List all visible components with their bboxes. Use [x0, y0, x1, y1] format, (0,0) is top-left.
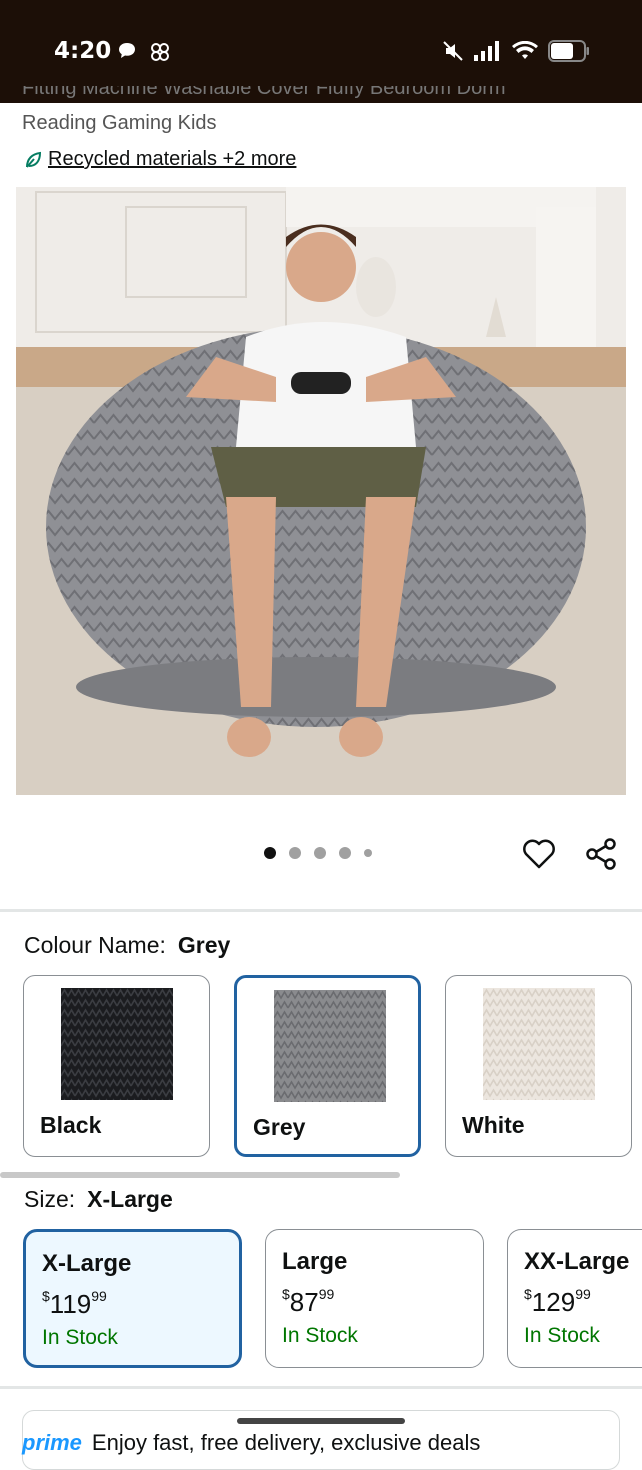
- stock-status: In Stock: [42, 1326, 118, 1349]
- leaf-icon: [26, 151, 42, 168]
- carousel-dot[interactable]: [364, 849, 372, 857]
- chat-bubble-icon: [119, 43, 135, 58]
- heart-icon[interactable]: [521, 836, 557, 872]
- size-option-price: $11999: [42, 1288, 107, 1319]
- size-option-large[interactable]: Large $8799 In Stock: [265, 1229, 484, 1368]
- size-label: Size: X-Large: [24, 1186, 173, 1213]
- size-selected-value: X-Large: [87, 1186, 173, 1212]
- size-label-text: Size:: [24, 1186, 76, 1212]
- sustainability-link-text: Recycled materials +2 more: [48, 148, 297, 170]
- product-title-line-top: Fitting Machine Washable Cover Fluffy Be…: [22, 86, 506, 99]
- section-divider: [0, 1386, 642, 1389]
- share-icon[interactable]: [583, 836, 619, 872]
- size-option-name: X-Large: [42, 1250, 132, 1277]
- prime-banner-text: prime Enjoy fast, free delivery, exclusiv…: [22, 1430, 480, 1456]
- price-cents: 99: [318, 1286, 335, 1302]
- price-cents: 99: [575, 1286, 591, 1302]
- size-option-price: $8799: [282, 1286, 335, 1317]
- swatch-thumbnail: [274, 990, 386, 1102]
- product-title: Fitting Machine Washable Cover Fluffy Be…: [22, 86, 622, 138]
- colour-option-grey[interactable]: Grey: [234, 975, 421, 1157]
- section-divider: [0, 909, 642, 912]
- product-title-line-bottom: Reading Gaming Kids: [22, 112, 217, 134]
- pinwheel-icon: [151, 43, 169, 61]
- status-time: 4:20: [54, 38, 112, 64]
- colour-option-label: Grey: [253, 1114, 306, 1140]
- carousel-dot[interactable]: [264, 847, 276, 859]
- battery-icon: [548, 40, 589, 62]
- carousel-dot[interactable]: [314, 847, 326, 859]
- price-dollars: 129: [531, 1287, 576, 1317]
- prime-logo: prime: [22, 1430, 82, 1455]
- carousel-dot[interactable]: [289, 847, 301, 859]
- colour-option-label: Black: [40, 1112, 102, 1138]
- stock-status: In Stock: [524, 1324, 600, 1347]
- price-dollars: 119: [49, 1289, 92, 1319]
- signal-icon: [474, 41, 499, 61]
- mute-icon: [443, 41, 463, 61]
- colour-option-white[interactable]: White: [445, 975, 632, 1157]
- colour-label-text: Colour Name:: [24, 932, 166, 958]
- product-image[interactable]: [16, 187, 626, 795]
- colour-label: Colour Name: Grey: [24, 932, 230, 959]
- price-dollars: 87: [289, 1287, 319, 1317]
- prime-text: Enjoy fast, free delivery, exclusive dea…: [91, 1430, 481, 1455]
- image-carousel-dots[interactable]: [264, 847, 372, 859]
- price-cents: 99: [91, 1288, 107, 1304]
- stock-status: In Stock: [282, 1324, 358, 1347]
- size-option-price: $12999: [524, 1286, 591, 1317]
- colour-option-label: White: [462, 1112, 525, 1138]
- wifi-icon: [512, 41, 538, 59]
- size-option-xx-large[interactable]: XX-Large $12999 In Stock: [507, 1229, 642, 1368]
- colour-selected-value: Grey: [177, 932, 231, 958]
- swatch-thumbnail: [61, 988, 173, 1100]
- size-option-name: Large: [282, 1248, 348, 1275]
- swatch-thumbnail: [483, 988, 595, 1100]
- home-indicator[interactable]: [237, 1418, 405, 1424]
- size-option-x-large[interactable]: X-Large $11999 In Stock: [23, 1229, 242, 1368]
- carousel-dot[interactable]: [339, 847, 351, 859]
- size-option-name: XX-Large: [524, 1248, 630, 1275]
- colour-option-black[interactable]: Black: [23, 975, 210, 1157]
- horizontal-scrollbar[interactable]: [0, 1172, 400, 1178]
- sustainability-link[interactable]: Recycled materials +2 more: [24, 148, 296, 171]
